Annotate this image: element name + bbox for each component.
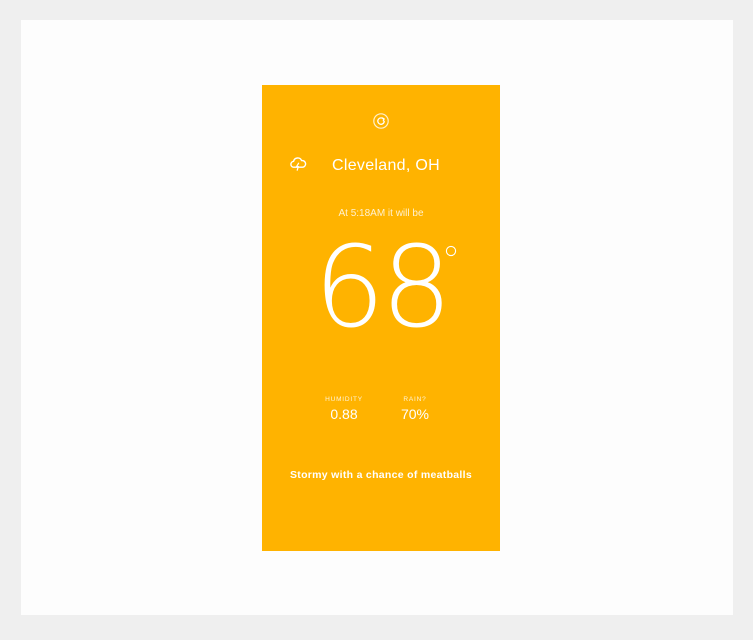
location-name: Cleveland, OH: [332, 157, 440, 174]
cloud-icon: [289, 156, 307, 172]
temperature-value: 68: [313, 223, 453, 353]
degree-symbol: [445, 244, 457, 257]
humidity-stat: HUMIDITY 0.88: [324, 396, 364, 422]
humidity-value: 0.88: [330, 406, 358, 422]
humidity-label: HUMIDITY: [325, 396, 363, 403]
refresh-icon[interactable]: [373, 113, 389, 129]
forecast-time-text: At 5:18AM it will be: [338, 208, 424, 219]
rain-label: RAIN?: [403, 396, 427, 403]
rain-value: 70%: [400, 406, 430, 422]
weather-card: Cleveland, OH At 5:18AM it will be 68 HU…: [262, 85, 500, 551]
rain-stat: RAIN? 70%: [398, 396, 432, 422]
weather-summary: Stormy with a chance of meatballs: [289, 469, 473, 481]
